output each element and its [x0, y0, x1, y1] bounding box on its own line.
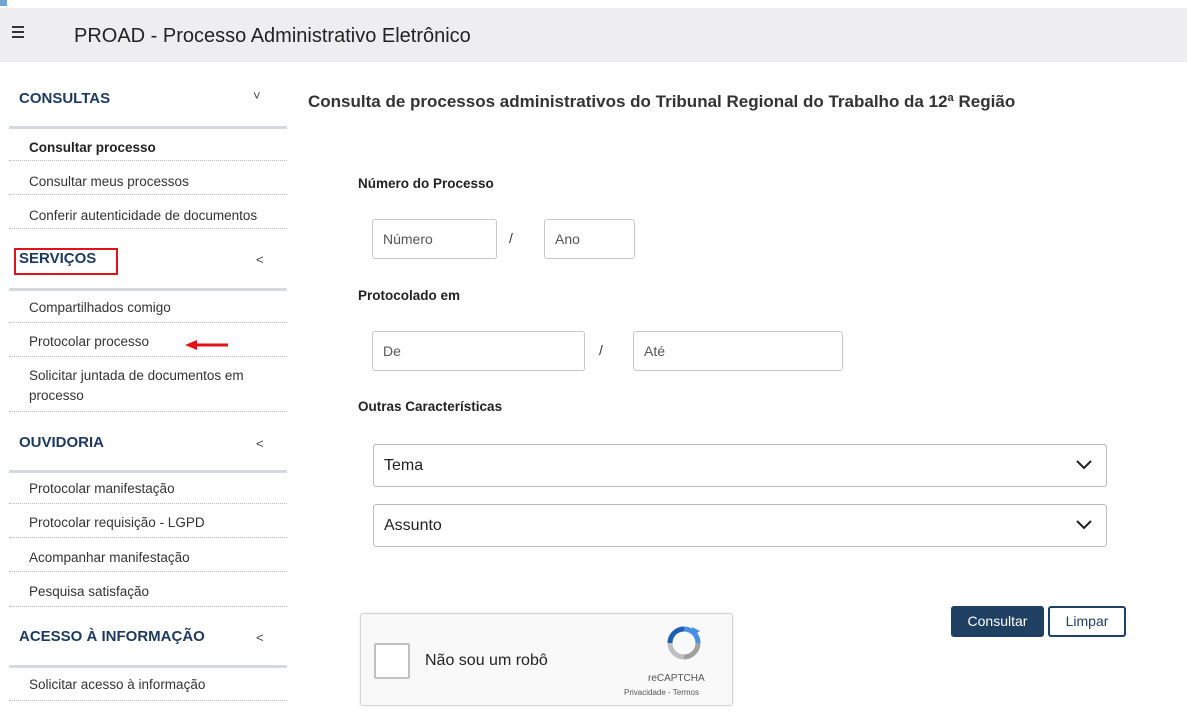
- sidebar-item-protocolar-manifestacao[interactable]: Protocolar manifestação: [29, 479, 287, 499]
- assunto-select[interactable]: Assunto: [373, 504, 1107, 547]
- numero-processo-label: Número do Processo: [358, 176, 494, 191]
- ano-input[interactable]: [544, 219, 635, 259]
- section-label: ACESSO À INFORMAÇÃO: [19, 628, 205, 645]
- highlight-box: [14, 248, 118, 275]
- separator-slash: /: [599, 342, 603, 358]
- divider: [9, 411, 287, 412]
- date-from-input[interactable]: [372, 331, 585, 371]
- sidebar-item-solicitar-acesso-informacao[interactable]: Solicitar acesso à informação: [29, 675, 287, 695]
- sidebar-section-acesso-informacao[interactable]: ACESSO À INFORMAÇÃO <: [9, 628, 287, 650]
- recaptcha-text: Não sou um robô: [425, 652, 548, 669]
- tema-select[interactable]: Tema: [373, 444, 1107, 487]
- numero-input[interactable]: [372, 219, 497, 259]
- sidebar-item-compartilhados-comigo[interactable]: Compartilhados comigo: [29, 298, 287, 318]
- protocolado-em-label: Protocolado em: [358, 288, 461, 303]
- recaptcha-logo-icon: [667, 626, 701, 660]
- sidebar-section-consultas[interactable]: CONSULTAS ˅: [9, 88, 287, 112]
- chevron-down-icon: [1076, 520, 1092, 530]
- sidebar-item-protocolar-processo[interactable]: Protocolar processo: [29, 332, 287, 352]
- date-to-input[interactable]: [633, 331, 843, 371]
- outras-caracteristicas-label: Outras Características: [358, 399, 503, 414]
- sidebar-item-consultar-processo[interactable]: Consultar processo: [29, 138, 287, 158]
- sidebar-item-conferir-autenticidade[interactable]: Conferir autenticidade de documentos: [29, 206, 287, 226]
- chevron-left-icon: <: [256, 436, 264, 451]
- recaptcha-checkbox[interactable]: [374, 643, 410, 679]
- sidebar-item-solicitar-juntada[interactable]: Solicitar juntada de documentos em proce…: [29, 366, 279, 406]
- divider: [9, 606, 287, 607]
- red-arrow-left-icon: [185, 340, 228, 350]
- hamburger-menu-icon[interactable]: [10, 22, 28, 44]
- divider: [9, 356, 287, 357]
- section-divider: [9, 665, 287, 668]
- divider: [9, 700, 287, 701]
- chevron-down-icon: ˅: [253, 88, 261, 103]
- divider: [9, 160, 287, 161]
- page-title: Consulta de processos administrativos do…: [308, 92, 1016, 111]
- sidebar-item-acompanhar-manifestacao[interactable]: Acompanhar manifestação: [29, 548, 287, 568]
- chevron-down-icon: [1076, 460, 1092, 470]
- divider: [9, 194, 287, 195]
- section-divider: [9, 288, 287, 291]
- app-title: PROAD - Processo Administrativo Eletrôni…: [74, 25, 471, 47]
- recaptcha-widget: Não sou um robô reCAPTCHA Privacidade - …: [360, 613, 733, 706]
- divider: [9, 503, 287, 504]
- sidebar-section-ouvidoria[interactable]: OUVIDORIA <: [9, 434, 287, 456]
- corner-mark: [0, 0, 7, 6]
- recaptcha-links[interactable]: Privacidade - Termos: [624, 688, 699, 697]
- section-label: CONSULTAS: [19, 90, 111, 107]
- tema-value: Tema: [384, 457, 424, 474]
- chevron-left-icon: <: [256, 252, 264, 267]
- top-bar: PROAD - Processo Administrativo Eletrôni…: [0, 8, 1187, 62]
- sidebar: CONSULTAS ˅ Consultar processo Consultar…: [0, 62, 289, 724]
- limpar-button[interactable]: Limpar: [1048, 606, 1126, 637]
- divider: [9, 537, 287, 538]
- divider: [9, 228, 287, 229]
- assunto-value: Assunto: [384, 517, 442, 534]
- sidebar-item-pesquisa-satisfacao[interactable]: Pesquisa satisfação: [29, 582, 287, 602]
- separator-slash: /: [509, 230, 513, 246]
- section-divider: [9, 126, 287, 129]
- sidebar-item-consultar-meus-processos[interactable]: Consultar meus processos: [29, 172, 287, 192]
- section-label: OUVIDORIA: [19, 434, 105, 451]
- recaptcha-brand: reCAPTCHA: [648, 673, 705, 684]
- consultar-button[interactable]: Consultar: [951, 606, 1044, 637]
- divider: [9, 322, 287, 323]
- section-divider: [9, 470, 287, 473]
- chevron-left-icon: <: [256, 630, 264, 645]
- sidebar-item-protocolar-requisicao-lgpd[interactable]: Protocolar requisição - LGPD: [29, 513, 287, 533]
- divider: [9, 571, 287, 572]
